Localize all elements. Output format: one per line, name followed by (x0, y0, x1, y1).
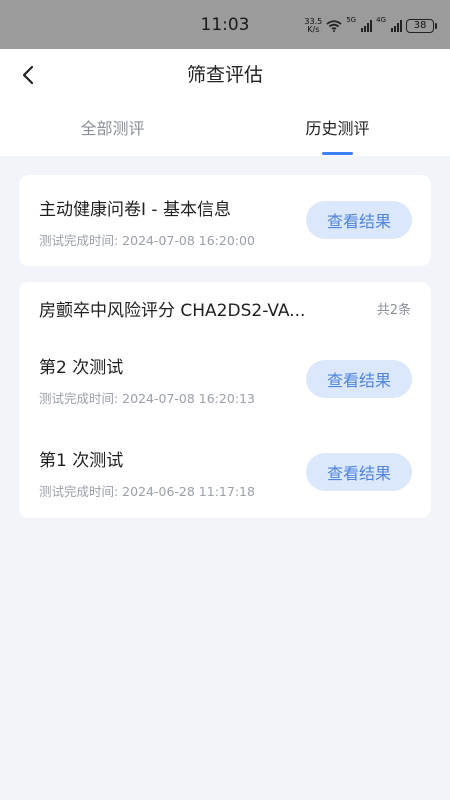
view-result-button[interactable]: 查看结果 (306, 201, 412, 239)
signal-5g-label: 5G (346, 16, 357, 24)
group-title: 房颤卒中风险评分 CHA2DS2-VA... (39, 301, 306, 321)
active-tab-indicator (322, 152, 353, 155)
group-count: 共2条 (376, 303, 411, 318)
wifi-icon (326, 20, 342, 32)
status-icons: 33.5 K/s 5G 4G 38 (304, 16, 437, 35)
battery-level: 38 (413, 20, 427, 31)
tab-all-assessments[interactable]: 全部测评 (0, 109, 225, 149)
battery-icon: 38 (406, 19, 437, 33)
view-result-button[interactable]: 查看结果 (306, 360, 412, 398)
signal-icon (361, 20, 373, 32)
assessment-title: 主动健康问卷I - 基本信息 (39, 200, 231, 220)
status-bar: 11:03 33.5 K/s 5G 4G 38 (0, 0, 450, 49)
assessment-card: 主动健康问卷I - 基本信息 测试完成时间: 2024-07-08 16:20:… (19, 175, 431, 266)
tab-history-assessments[interactable]: 历史测评 (225, 109, 450, 149)
test-completion-time: 测试完成时间: 2024-06-28 11:17:18 (39, 484, 255, 499)
test-attempt-title: 第2 次测试 (39, 358, 124, 378)
assessment-group-card: 房颤卒中风险评分 CHA2DS2-VA... 共2条 第2 次测试 测试完成时间… (19, 282, 431, 518)
signal-icon (391, 20, 402, 32)
test-attempt-title: 第1 次测试 (39, 451, 124, 471)
network-speed-unit: K/s (307, 25, 320, 34)
page-title: 筛查评估 (186, 64, 263, 86)
app-header: 筛查评估 全部测评 历史测评 (0, 49, 450, 156)
assessment-completion-time: 测试完成时间: 2024-07-08 16:20:00 (39, 233, 255, 248)
tab-bar: 全部测评 历史测评 (0, 109, 450, 156)
signal-4g-label: 4G (376, 16, 386, 24)
view-result-button[interactable]: 查看结果 (306, 453, 412, 491)
network-speed: 33.5 K/s (304, 18, 322, 34)
test-completion-time: 测试完成时间: 2024-07-08 16:20:13 (39, 391, 255, 406)
